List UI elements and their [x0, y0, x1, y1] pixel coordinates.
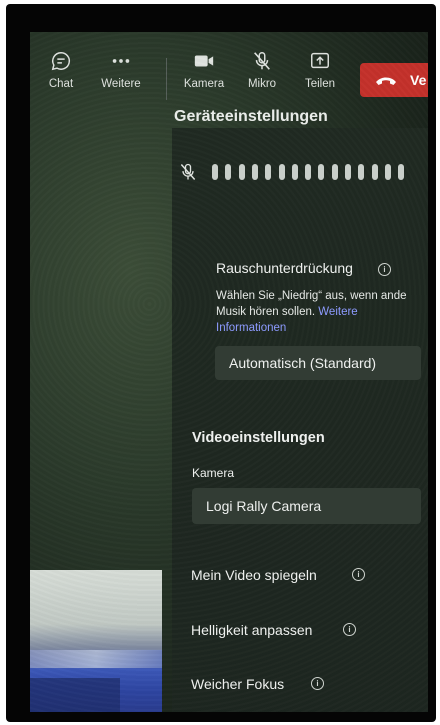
soft-focus-info-icon[interactable]: i: [311, 677, 324, 690]
noise-suppression-title: Rauschunterdrückung: [216, 260, 353, 276]
share-screen-icon: [311, 52, 329, 69]
mic-toggle-button[interactable]: Mikro: [233, 50, 291, 90]
mirror-info-icon[interactable]: i: [352, 568, 365, 581]
brightness-label: Helligkeit anpassen: [191, 622, 313, 638]
mic-level-bar: [318, 164, 325, 180]
device-bezel: Chat Weitere Kamera Mikro Teilen Ve Gerä…: [6, 4, 436, 722]
mic-level-bar: [265, 164, 272, 180]
camera-selected-value: Logi Rally Camera: [206, 498, 322, 514]
preview-shadow: [30, 678, 120, 712]
mic-level-meter: [212, 164, 412, 184]
mic-level-bar: [345, 164, 351, 180]
leave-button[interactable]: Ve: [360, 63, 428, 97]
mic-level-bar: [331, 164, 338, 180]
preview-light-band: [30, 650, 162, 668]
mic-level-bar: [305, 164, 312, 180]
meeting-toolbar: Chat Weitere Kamera Mikro Teilen Ve: [30, 32, 428, 112]
camera-field-label: Kamera: [192, 466, 235, 480]
mic-level-bar: [251, 164, 258, 180]
camera-dropdown[interactable]: Logi Rally Camera: [192, 488, 421, 524]
mic-label: Mikro: [247, 78, 277, 90]
noise-info-icon[interactable]: i: [378, 263, 391, 276]
mic-indicator: [178, 162, 198, 187]
toolbar-divider: [166, 58, 167, 100]
mirror-video-label: Mein Video spiegeln: [191, 567, 317, 583]
mic-level-bar: [291, 164, 298, 180]
more-label: Weitere: [101, 78, 141, 90]
share-label: Teilen: [304, 78, 336, 90]
mic-level-bar: [371, 164, 378, 180]
mic-level-bar: [225, 164, 232, 180]
mic-level-bar: [278, 164, 285, 180]
video-settings-title: Videoeinstellungen: [192, 430, 325, 446]
noise-selected-value: Automatisch (Standard): [229, 355, 377, 371]
noise-description-text: Wählen Sie „Niedrig“ aus, wenn ande Musi…: [216, 290, 407, 318]
panel-title: Geräteeinstellungen: [174, 108, 328, 125]
mic-muted-icon: [254, 52, 270, 70]
self-video-preview: [30, 570, 162, 712]
chat-label: Chat: [48, 78, 74, 90]
brightness-info-icon[interactable]: i: [343, 623, 356, 636]
mic-level-bar: [398, 164, 405, 180]
more-icon: [112, 59, 130, 63]
leave-label: Ve: [410, 72, 427, 88]
mic-level-bar: [384, 164, 391, 180]
camera-toggle-button[interactable]: Kamera: [175, 50, 233, 90]
more-button[interactable]: Weitere: [92, 50, 150, 90]
mic-level-bar: [358, 164, 365, 180]
share-button[interactable]: Teilen: [291, 50, 349, 90]
camera-label: Kamera: [183, 78, 225, 90]
video-camera-icon: [194, 55, 214, 67]
soft-focus-label: Weicher Fokus: [191, 676, 285, 692]
chat-button[interactable]: Chat: [32, 50, 90, 90]
hang-up-icon: [376, 77, 396, 85]
chat-icon: [51, 52, 71, 71]
noise-suppression-dropdown[interactable]: Automatisch (Standard): [215, 346, 421, 380]
noise-description: Wählen Sie „Niedrig“ aus, wenn ande Musi…: [216, 288, 421, 336]
mic-level-bar: [212, 164, 218, 180]
mic-muted-icon: [180, 163, 196, 180]
mic-level-bar: [238, 164, 245, 180]
